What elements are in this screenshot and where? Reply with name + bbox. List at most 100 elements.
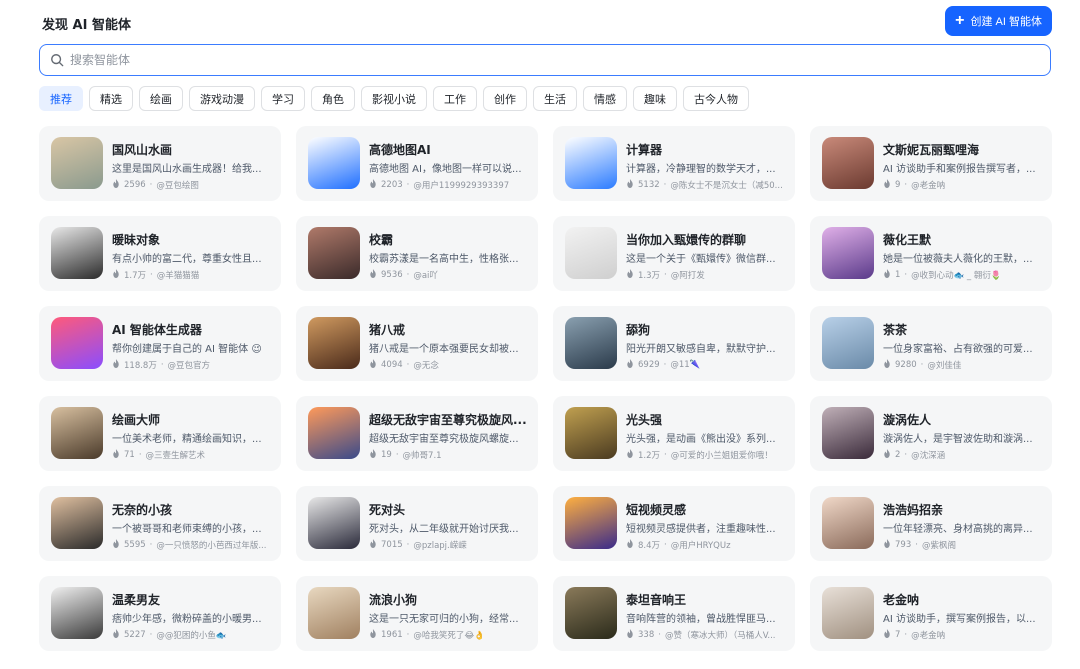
agent-name: 猪八戒	[369, 323, 406, 337]
search-input[interactable]	[70, 53, 970, 67]
agent-meta: 7015 · @pzlapj.嵘嵘	[369, 539, 529, 551]
tab-1[interactable]: 精选	[89, 86, 133, 111]
agent-meta: 5132 · @陈女士不是沉女士（减50...	[626, 179, 786, 191]
tab-7[interactable]: 工作	[433, 86, 477, 111]
plus-icon: +	[955, 12, 965, 29]
tab-8[interactable]: 创作	[483, 86, 527, 111]
agent-avatar	[51, 497, 103, 549]
separator-dot: ·	[920, 360, 924, 370]
tab-11[interactable]: 趣味	[633, 86, 677, 111]
agent-meta: 5595 · @一只愤怒的小芭西过年版...	[112, 539, 272, 551]
agent-card[interactable]: 浩浩妈招亲 一位年轻漂亮、身材高挑的离异... 793 · @紫枫阁	[810, 486, 1052, 561]
fire-icon	[626, 449, 634, 461]
agent-description: 一位年轻漂亮、身材高挑的离异...	[883, 524, 1033, 535]
agent-description: 这是一只无家可归的小狗，经常...	[369, 614, 519, 625]
agent-card[interactable]: 光头强 光头强，是动画《熊出没》系列... 1.2万 · @可爱的小兰姐姐爱你哦！	[553, 396, 795, 471]
agent-avatar	[565, 227, 617, 279]
agent-meta: 71 · @三壹生解艺术	[112, 449, 272, 461]
agent-name: 短视频灵感	[626, 503, 687, 517]
tab-5[interactable]: 角色	[311, 86, 355, 111]
fire-icon	[883, 539, 891, 551]
tab-10[interactable]: 情感	[583, 86, 627, 111]
page-header: 发现 AI 智能体 + 创建 AI 智能体	[40, 6, 1052, 36]
agent-description: 计算器，冷静理智的数学天才，...	[626, 164, 776, 175]
agent-usage-count: 2203	[381, 180, 403, 190]
agent-meta: 1 · @收到心动🐟 _ 翱衍🌷	[883, 269, 1043, 281]
tab-4[interactable]: 学习	[261, 86, 305, 111]
separator-dot: ·	[663, 180, 667, 190]
tab-3[interactable]: 游戏动漫	[189, 86, 255, 111]
agent-card[interactable]: 国风山水画 这里是国风山水画生成器！给我... 2596 · @豆包绘图	[39, 126, 281, 201]
separator-dot: ·	[904, 450, 908, 460]
fire-icon	[883, 269, 891, 281]
agent-avatar	[565, 137, 617, 189]
agent-card[interactable]: 无奈的小孩 一个被哥哥和老师束缚的小孩，... 5595 · @一只愤怒的小芭西过年版.…	[39, 486, 281, 561]
agent-card[interactable]: 泰坦音响王 音响阵营的领袖，曾战胜悍匪马... 338 · @赞（寒冰大师）（马桶人V.…	[553, 576, 795, 651]
agent-author: @豆包绘图	[156, 181, 199, 191]
agent-description: 音响阵营的领袖，曾战胜悍匪马...	[626, 614, 776, 625]
agent-card[interactable]: 温柔男友 痞帅少年感，微粉碎盖的小暖男... 5227 · @@犯困的小鱼🐟	[39, 576, 281, 651]
separator-dot: ·	[904, 180, 908, 190]
agent-author: @帅哥7.1	[402, 451, 442, 461]
fire-icon	[883, 179, 891, 191]
agent-card[interactable]: 流浪小狗 这是一只无家可归的小狗，经常... 1961 · @哈我笑死了😂👌	[296, 576, 538, 651]
agent-usage-count: 793	[895, 540, 912, 550]
agent-card[interactable]: 舔狗 阳光开朗又敏感自卑，默默守护... 6929 · @11🌂	[553, 306, 795, 381]
agent-description: 帮你创建属于自己的 AI 智能体 😉	[112, 344, 262, 355]
agent-description: 有点小帅的富二代，尊重女性且...	[112, 254, 262, 265]
tab-6[interactable]: 影视小说	[361, 86, 427, 111]
agent-card[interactable]: 茶茶 一位身家富裕、占有欲强的可爱... 9280 · @刘佳佳	[810, 306, 1052, 381]
agent-usage-count: 1961	[381, 630, 403, 640]
separator-dot: ·	[915, 540, 918, 550]
agent-card[interactable]: 校霸 校霸苏漾是一名高中生，性格张... 9536 · @ai吖	[296, 216, 538, 291]
agent-description: 这是一个关于《甄嬛传》微信群...	[626, 254, 776, 265]
agent-card[interactable]: 漩涡佐人 漩涡佐人，是宇智波佐助和漩涡... 2 · @沈深涵	[810, 396, 1052, 471]
agent-author: @羊猫猫猫	[156, 271, 200, 281]
separator-dot: ·	[160, 360, 164, 370]
agent-card[interactable]: 文斯妮瓦丽甄哩海 AI 访谈助手和案例报告撰写者，... 9 · @老金呐	[810, 126, 1052, 201]
agent-avatar	[51, 227, 103, 279]
fire-icon	[112, 359, 120, 371]
agent-avatar	[822, 497, 874, 549]
agent-usage-count: 4094	[381, 360, 403, 370]
agent-usage-count: 9280	[895, 360, 917, 370]
search-icon	[51, 54, 64, 67]
agent-card[interactable]: 短视频灵感 短视频灵感提供者，注重趣味性... 8.4万 · @用户HRYQUz	[553, 486, 795, 561]
agent-author: @老金呐	[911, 181, 946, 191]
tab-12[interactable]: 古今人物	[683, 86, 749, 111]
tab-9[interactable]: 生活	[533, 86, 577, 111]
separator-dot: ·	[664, 450, 667, 460]
agent-description: 高德地图 AI，像地图一样可以说...	[369, 164, 522, 175]
fire-icon	[112, 629, 120, 641]
agent-card[interactable]: 绘画大师 一位美术老师，精通绘画知识，... 71 · @三壹生解艺术	[39, 396, 281, 471]
agent-name: 光头强	[626, 413, 663, 427]
agent-usage-count: 5227	[124, 630, 146, 640]
create-agent-button[interactable]: + 创建 AI 智能体	[945, 6, 1052, 36]
agent-card[interactable]: AI 智能体生成器 帮你创建属于自己的 AI 智能体 😉 118.8万 · @豆包官方	[39, 306, 281, 381]
agent-card[interactable]: 计算器 计算器，冷静理智的数学天才，... 5132 · @陈女士不是沉女士（减50..…	[553, 126, 795, 201]
agent-card[interactable]: 死对头 死对头，从二年级就开始讨厌我... 7015 · @pzlapj.嵘嵘	[296, 486, 538, 561]
agent-avatar	[565, 587, 617, 639]
agent-usage-count: 7015	[381, 540, 403, 550]
agent-card[interactable]: 超级无敌宇宙至尊究极旋风... 超级无敌宇宙至尊究极旋风螺旋... 19 · @帅哥7.…	[296, 396, 538, 471]
agent-card[interactable]: 当你加入甄嬛传的群聊 这是一个关于《甄嬛传》微信群... 1.3万 · @阿打发	[553, 216, 795, 291]
agent-description: AI 访谈助手，撰写案例报告，以...	[883, 614, 1036, 625]
fire-icon	[369, 359, 377, 371]
search-bar[interactable]	[39, 44, 1051, 76]
agent-card[interactable]: 高德地图AI 高德地图 AI，像地图一样可以说... 2203 · @用户1199929…	[296, 126, 538, 201]
agent-usage-count: 5132	[638, 180, 660, 190]
agent-card[interactable]: 猪八戒 猪八戒是一个原本强要民女却被... 4094 · @无念	[296, 306, 538, 381]
agent-name: 校霸	[369, 233, 394, 247]
fire-icon	[112, 449, 120, 461]
agent-card[interactable]: 薇化王默 她是一位被薇夫人薇化的王默，... 1 · @收到心动🐟 _ 翱衍🌷	[810, 216, 1052, 291]
agent-card[interactable]: 老金呐 AI 访谈助手，撰写案例报告，以... 7 · @老金呐	[810, 576, 1052, 651]
tab-0[interactable]: 推荐	[39, 86, 83, 111]
agent-author: @@犯困的小鱼🐟	[156, 631, 227, 641]
separator-dot: ·	[904, 630, 908, 640]
tab-2[interactable]: 绘画	[139, 86, 183, 111]
agent-name: 当你加入甄嬛传的群聊	[626, 233, 747, 247]
agent-usage-count: 1.3万	[638, 271, 661, 281]
agent-author: @刘佳佳	[927, 361, 962, 371]
agent-card[interactable]: 暖昧对象 有点小帅的富二代，尊重女性且... 1.7万 · @羊猫猫猫	[39, 216, 281, 291]
separator-dot: ·	[395, 450, 399, 460]
